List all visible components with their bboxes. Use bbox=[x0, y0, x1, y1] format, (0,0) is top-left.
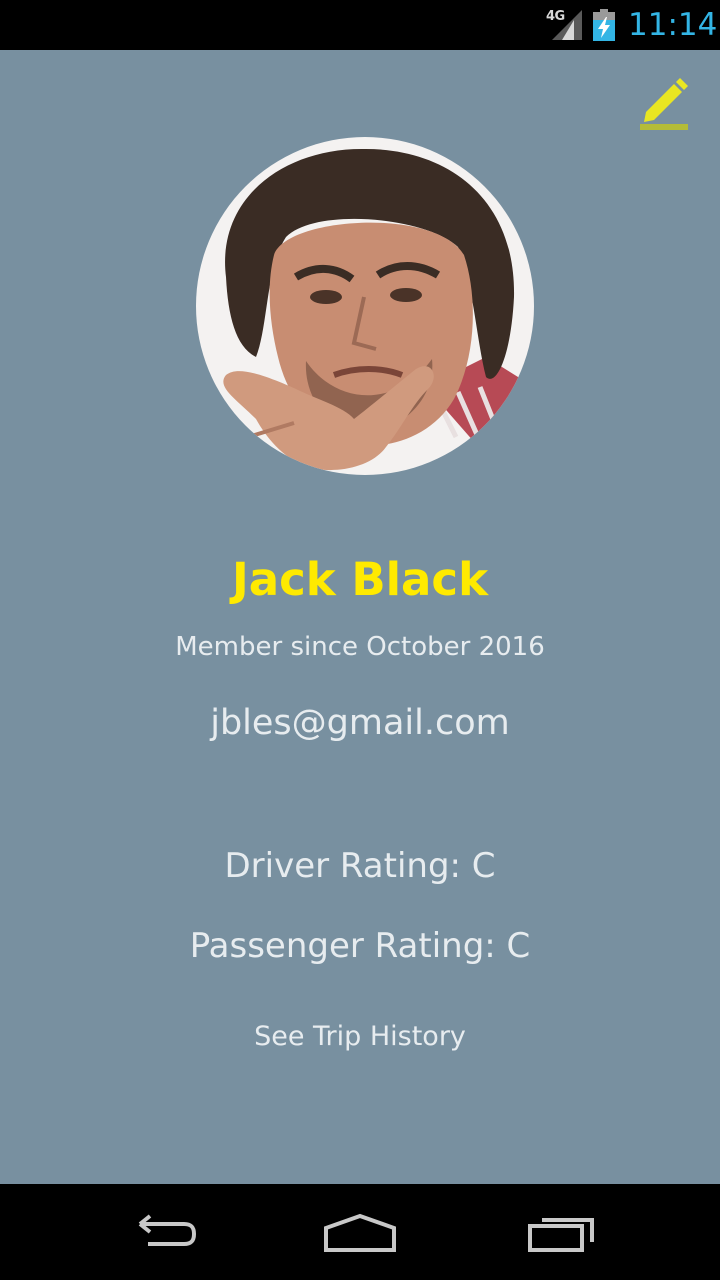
passenger-rating: Passenger Rating: C bbox=[189, 926, 531, 966]
back-icon[interactable] bbox=[124, 1210, 196, 1256]
user-name: Jack Black bbox=[231, 553, 489, 606]
member-since-text: Member since October 2016 bbox=[175, 632, 545, 662]
recents-icon[interactable] bbox=[526, 1210, 598, 1256]
profile-photo bbox=[196, 137, 534, 475]
driver-rating: Driver Rating: C bbox=[224, 846, 496, 886]
clock: 11:14 bbox=[628, 7, 718, 43]
user-email: jbles@gmail.com bbox=[210, 703, 510, 743]
pencil-edit-icon[interactable] bbox=[638, 78, 690, 134]
battery-charging-icon bbox=[593, 9, 615, 41]
see-trip-history-link[interactable]: See Trip History bbox=[0, 1018, 720, 1056]
profile-avatar bbox=[196, 137, 534, 475]
status-bar: 4G 11:14 bbox=[0, 0, 720, 50]
signal-icon bbox=[552, 10, 582, 40]
home-icon[interactable] bbox=[322, 1210, 398, 1256]
